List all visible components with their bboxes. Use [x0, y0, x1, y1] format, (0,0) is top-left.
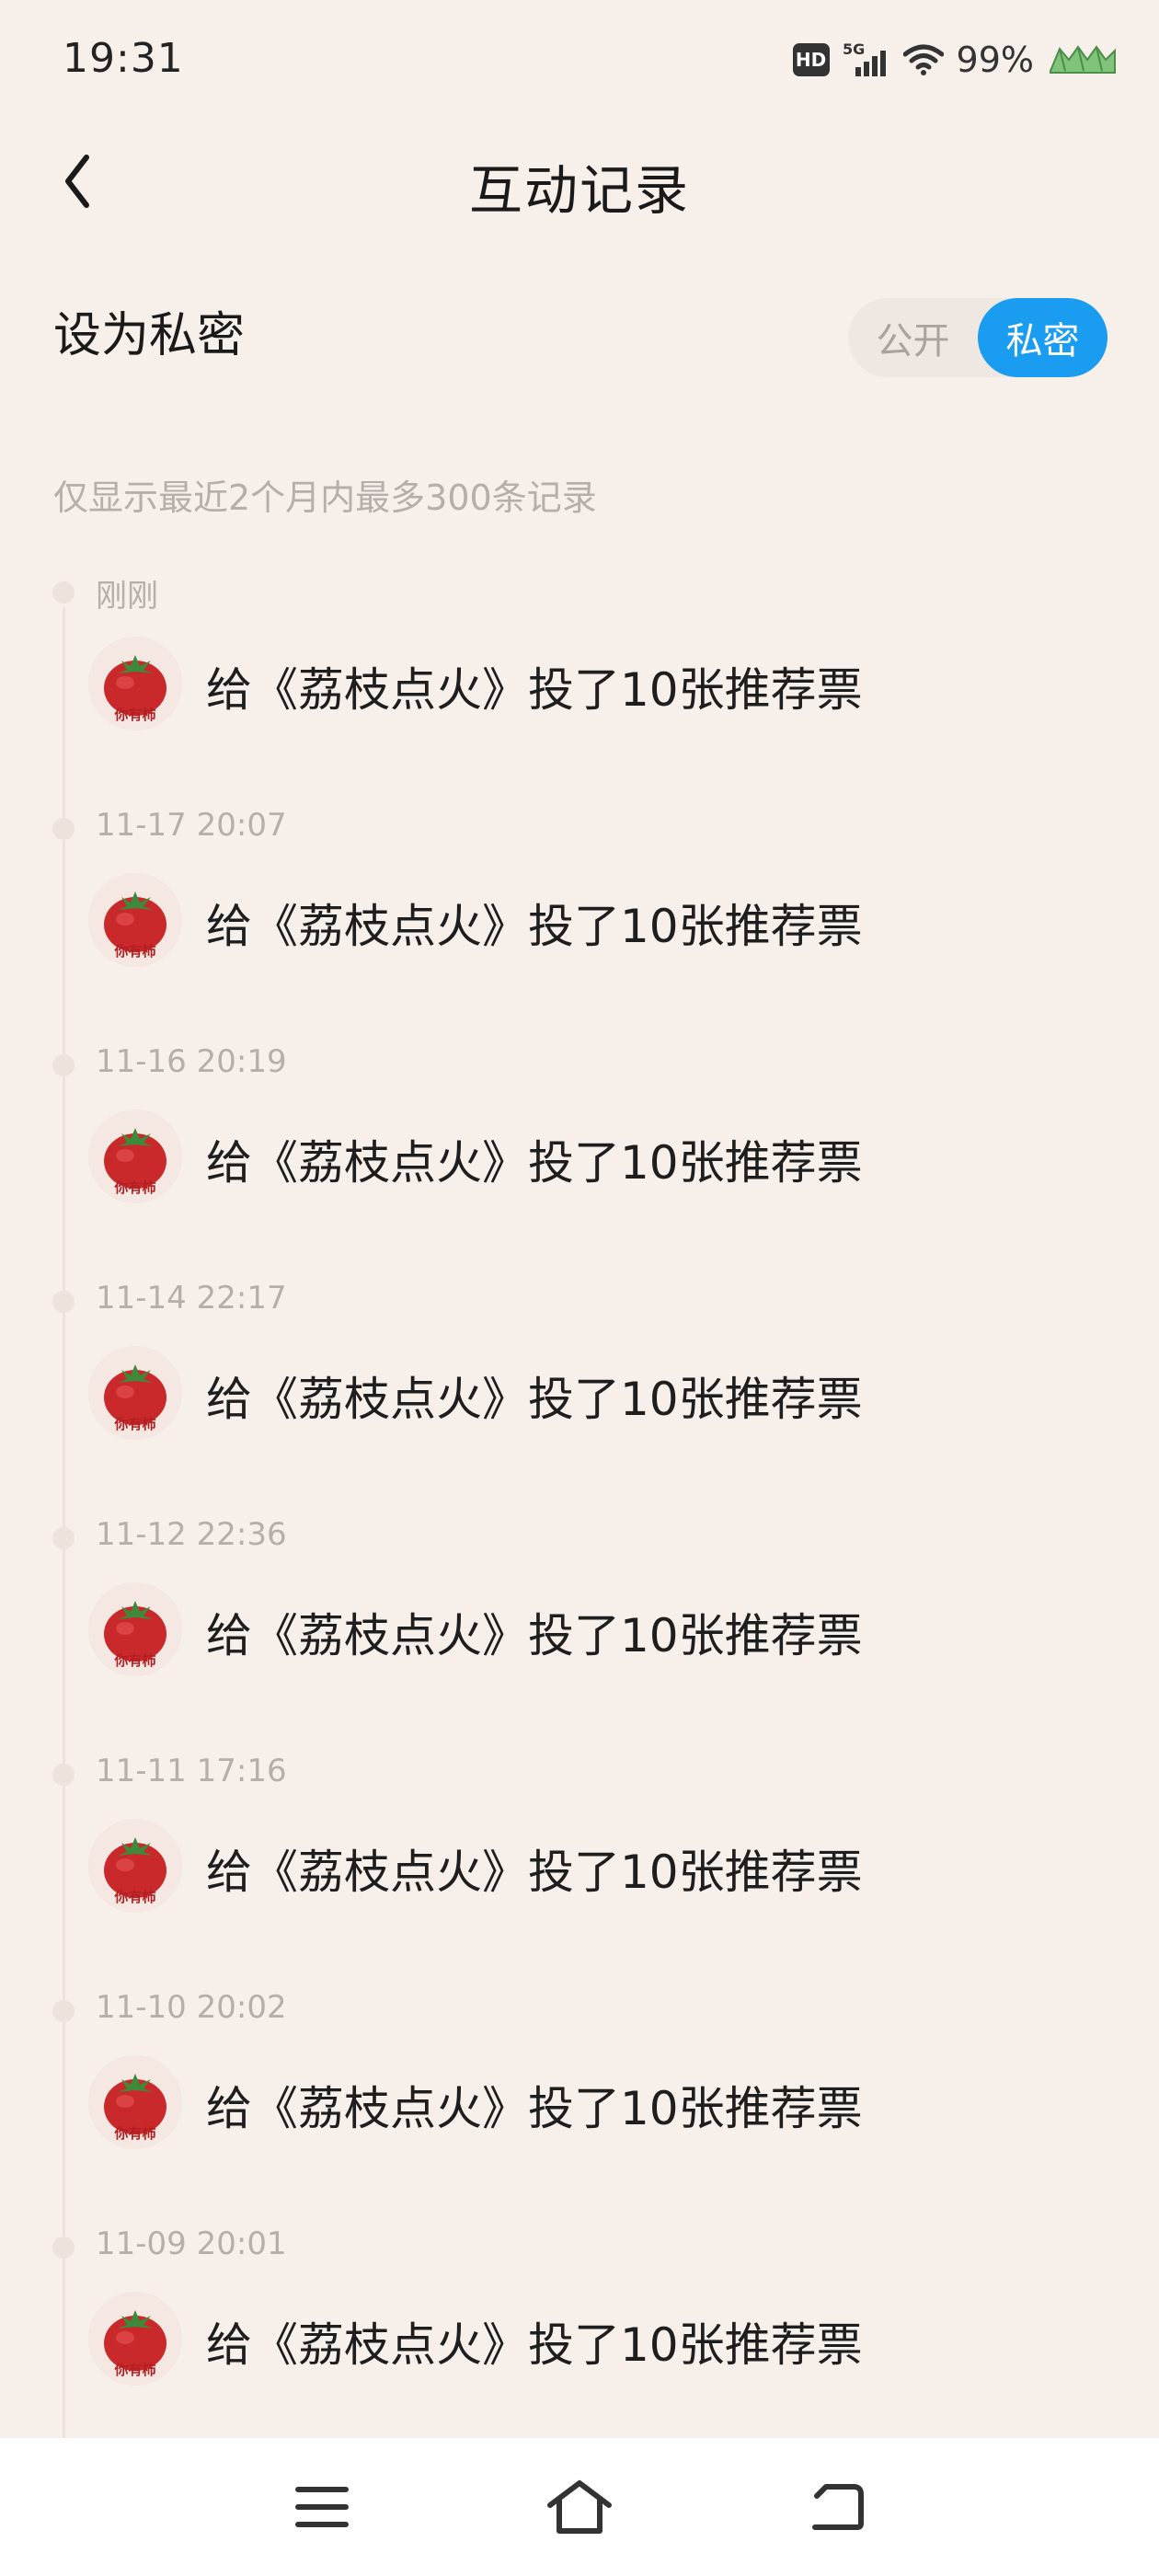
- record-item[interactable]: 11-17 20:07 你有柿 给《荔枝点火》投了10张推荐票: [0, 807, 1159, 1043]
- page-title: 互动记录: [468, 159, 690, 222]
- toggle-public-option[interactable]: 公开: [848, 298, 978, 377]
- back-icon: [812, 2484, 864, 2530]
- record-text: 给《荔枝点火》投了10张推荐票: [206, 663, 863, 717]
- toggle-private-option[interactable]: 私密: [978, 298, 1107, 377]
- timeline-dot: [52, 1764, 75, 1786]
- tomato-avatar-icon[interactable]: 你有柿: [88, 1346, 182, 1440]
- record-time: 刚刚: [96, 578, 158, 615]
- record-timeline[interactable]: 刚刚 你有柿 给《荔枝点火》投了10张推荐票 11-17 20:07 你有柿 给《荔枝点火…: [0, 570, 1159, 2438]
- status-bar: 19:31 HD 5G 99%: [0, 0, 1159, 121]
- privacy-setting-row: 设为私密 公开 私密: [0, 276, 1159, 396]
- record-time: 11-09 20:01: [96, 2225, 287, 2262]
- svg-text:你有柿: 你有柿: [113, 2125, 155, 2142]
- timeline-dot: [52, 1054, 75, 1076]
- header: 互动记录: [0, 121, 1159, 241]
- privacy-toggle[interactable]: 公开 私密: [848, 298, 1107, 377]
- record-item[interactable]: 11-09 20:01 你有柿 给《荔枝点火》投了10张推荐票: [0, 2225, 1159, 2438]
- record-text: 给《荔枝点火》投了10张推荐票: [206, 900, 863, 953]
- menu-icon: [295, 2487, 349, 2527]
- wifi-icon: [902, 44, 944, 75]
- record-text: 给《荔枝点火》投了10张推荐票: [206, 1136, 863, 1190]
- svg-text:你有柿: 你有柿: [113, 1889, 155, 1905]
- svg-text:你有柿: 你有柿: [113, 943, 155, 960]
- timeline-dot: [52, 2000, 75, 2022]
- record-text: 给《荔枝点火》投了10张推荐票: [206, 1373, 863, 1426]
- svg-text:5G: 5G: [843, 41, 865, 58]
- record-text: 给《荔枝点火》投了10张推荐票: [206, 2318, 863, 2372]
- record-time: 11-12 22:36: [96, 1516, 287, 1553]
- record-limit-notice: 仅显示最近2个月内最多300条记录: [53, 477, 597, 518]
- record-text: 给《荔枝点火》投了10张推荐票: [206, 2082, 863, 2135]
- svg-text:你有柿: 你有柿: [113, 1179, 155, 1196]
- menu-button[interactable]: [281, 2470, 363, 2544]
- svg-text:你有柿: 你有柿: [113, 707, 155, 723]
- record-time: 11-17 20:07: [96, 807, 287, 844]
- timeline-dot: [52, 1291, 75, 1313]
- hd-icon: HD: [792, 43, 830, 76]
- signal-5g-icon: 5G: [843, 41, 886, 76]
- record-item[interactable]: 11-14 22:17 你有柿 给《荔枝点火》投了10张推荐票: [0, 1280, 1159, 1516]
- timeline-dot: [52, 2237, 75, 2259]
- timeline-dot: [52, 1527, 75, 1549]
- svg-text:你有柿: 你有柿: [113, 1652, 155, 1669]
- record-text: 给《荔枝点火》投了10张推荐票: [206, 1609, 863, 1662]
- battery-icon: [1050, 45, 1116, 74]
- status-time: 19:31: [63, 35, 184, 82]
- tomato-avatar-icon[interactable]: 你有柿: [88, 1110, 182, 1203]
- timeline-dot: [52, 818, 75, 840]
- record-item[interactable]: 刚刚你有柿 给《荔枝点火》投了10张推荐票: [0, 570, 1159, 807]
- back-nav-button[interactable]: [796, 2470, 878, 2544]
- home-icon: [547, 2480, 612, 2534]
- record-item[interactable]: 11-11 17:16 你有柿 给《荔枝点火》投了10张推荐票: [0, 1753, 1159, 1989]
- tomato-avatar-icon[interactable]: 你有柿: [88, 1819, 182, 1913]
- tomato-avatar-icon[interactable]: 你有柿: [88, 637, 182, 730]
- record-item[interactable]: 11-10 20:02 你有柿 给《荔枝点火》投了10张推荐票: [0, 1989, 1159, 2225]
- tomato-avatar-icon[interactable]: 你有柿: [88, 2292, 182, 2386]
- record-time: 11-14 22:17: [96, 1280, 287, 1317]
- home-button[interactable]: [538, 2470, 621, 2544]
- svg-text:你有柿: 你有柿: [113, 2362, 155, 2378]
- record-item[interactable]: 11-12 22:36 你有柿 给《荔枝点火》投了10张推荐票: [0, 1516, 1159, 1753]
- record-time: 11-16 20:19: [96, 1043, 287, 1080]
- timeline-dot: [52, 581, 75, 604]
- tomato-avatar-icon[interactable]: 你有柿: [88, 2055, 182, 2149]
- record-text: 给《荔枝点火》投了10张推荐票: [206, 1846, 863, 1899]
- record-item[interactable]: 11-16 20:19 你有柿 给《荔枝点火》投了10张推荐票: [0, 1043, 1159, 1280]
- record-time: 11-11 17:16: [96, 1753, 287, 1789]
- tomato-avatar-icon[interactable]: 你有柿: [88, 1582, 182, 1676]
- privacy-label: 设为私密: [53, 308, 246, 363]
- tomato-avatar-icon[interactable]: 你有柿: [88, 873, 182, 967]
- status-icons: HD 5G 99%: [792, 37, 1119, 83]
- svg-text:你有柿: 你有柿: [113, 1416, 155, 1432]
- system-nav-bar: [0, 2438, 1159, 2576]
- record-time: 11-10 20:02: [96, 1989, 287, 2026]
- battery-percent: 99%: [956, 40, 1034, 80]
